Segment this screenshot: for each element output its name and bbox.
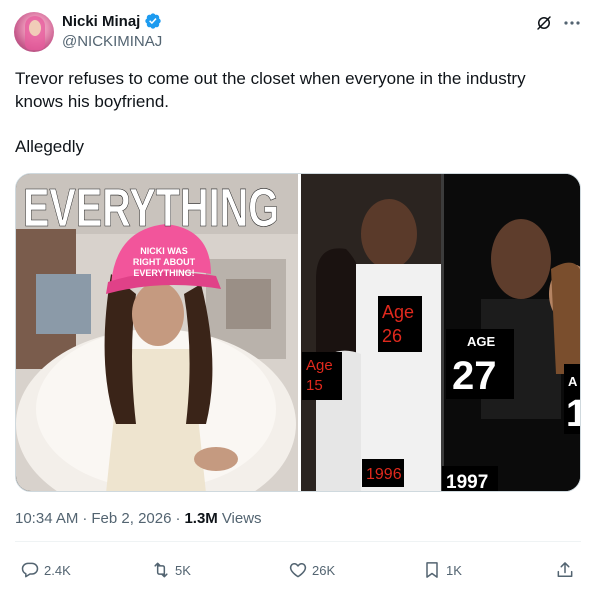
author-display-name[interactable]: Nicki Minaj — [62, 13, 140, 30]
media-image-left[interactable]: NICKI WAS RIGHT ABOUT EVERYTHING! EVERYT… — [16, 174, 298, 492]
like-count: 26K — [312, 562, 336, 578]
author-name-row[interactable]: Nicki Minaj — [62, 12, 162, 30]
tweet-meta: 10:34 AM · Feb 2, 2026 · 1.3M Views — [15, 510, 262, 527]
grok-icon[interactable] — [535, 14, 553, 32]
media-image-right[interactable]: Age 15 Age 26 1996 AGE 27 A 1 1997 — [301, 174, 581, 492]
meta-separator: · — [82, 510, 88, 527]
reply-button[interactable]: 2.4K — [20, 560, 71, 580]
reply-count: 2.4K — [44, 562, 71, 578]
meta-separator: · — [175, 510, 181, 527]
age-label-partial-word: A — [568, 374, 578, 389]
age-label-15-number: 15 — [306, 377, 323, 394]
hat-text-line-1: NICKI WAS — [140, 246, 188, 256]
heart-icon — [289, 563, 307, 578]
repost-icon — [154, 562, 168, 578]
age-label-26-number: 26 — [382, 326, 402, 346]
reply-icon — [21, 562, 39, 578]
tweet-text: Trevor refuses to come out the closet wh… — [15, 67, 575, 158]
author-handle[interactable]: @NICKIMINAJ — [62, 33, 162, 50]
tweet-date[interactable]: Feb 2, 2026 — [91, 510, 171, 527]
tweet-text-line: Allegedly — [15, 137, 84, 156]
bookmark-button[interactable]: 1K — [422, 560, 462, 580]
repost-count: 5K — [175, 562, 191, 578]
action-bar: 2.4K 5K 26K 1K — [15, 560, 581, 584]
hat-text-line-2: RIGHT ABOUT — [133, 257, 196, 267]
bookmark-count: 1K — [446, 562, 462, 578]
share-icon — [557, 562, 573, 577]
tweet-card: Nicki Minaj @NICKIMINAJ Trevor refuses t… — [0, 0, 596, 596]
divider — [15, 541, 581, 542]
repost-button[interactable]: 5K — [151, 560, 191, 580]
views-count[interactable]: 1.3M — [184, 510, 217, 527]
age-label-partial-number: 1 — [566, 393, 581, 435]
tweet-text-line: Trevor refuses to come out the closet wh… — [15, 69, 526, 111]
media-headline: EVERYTHING — [23, 178, 279, 238]
verified-badge-icon — [145, 13, 162, 29]
like-button[interactable]: 26K — [288, 560, 335, 580]
tweet-media[interactable]: NICKI WAS RIGHT ABOUT EVERYTHING! EVERYT… — [15, 173, 581, 492]
tweet-time[interactable]: 10:34 AM — [15, 510, 78, 527]
hat-text-line-3: EVERYTHING! — [133, 268, 194, 278]
year-label-1996: 1996 — [366, 466, 402, 483]
age-label-15-word: Age — [306, 357, 333, 374]
avatar[interactable] — [14, 12, 54, 52]
age-label-27-word: AGE — [467, 334, 496, 349]
share-button[interactable] — [555, 560, 575, 580]
bookmark-icon — [426, 562, 438, 578]
age-label-26-word: Age — [382, 302, 414, 322]
more-options-icon[interactable] — [561, 12, 583, 34]
year-label-1997: 1997 — [446, 472, 488, 492]
age-label-27-number: 27 — [452, 354, 497, 398]
views-label: Views — [221, 510, 262, 527]
